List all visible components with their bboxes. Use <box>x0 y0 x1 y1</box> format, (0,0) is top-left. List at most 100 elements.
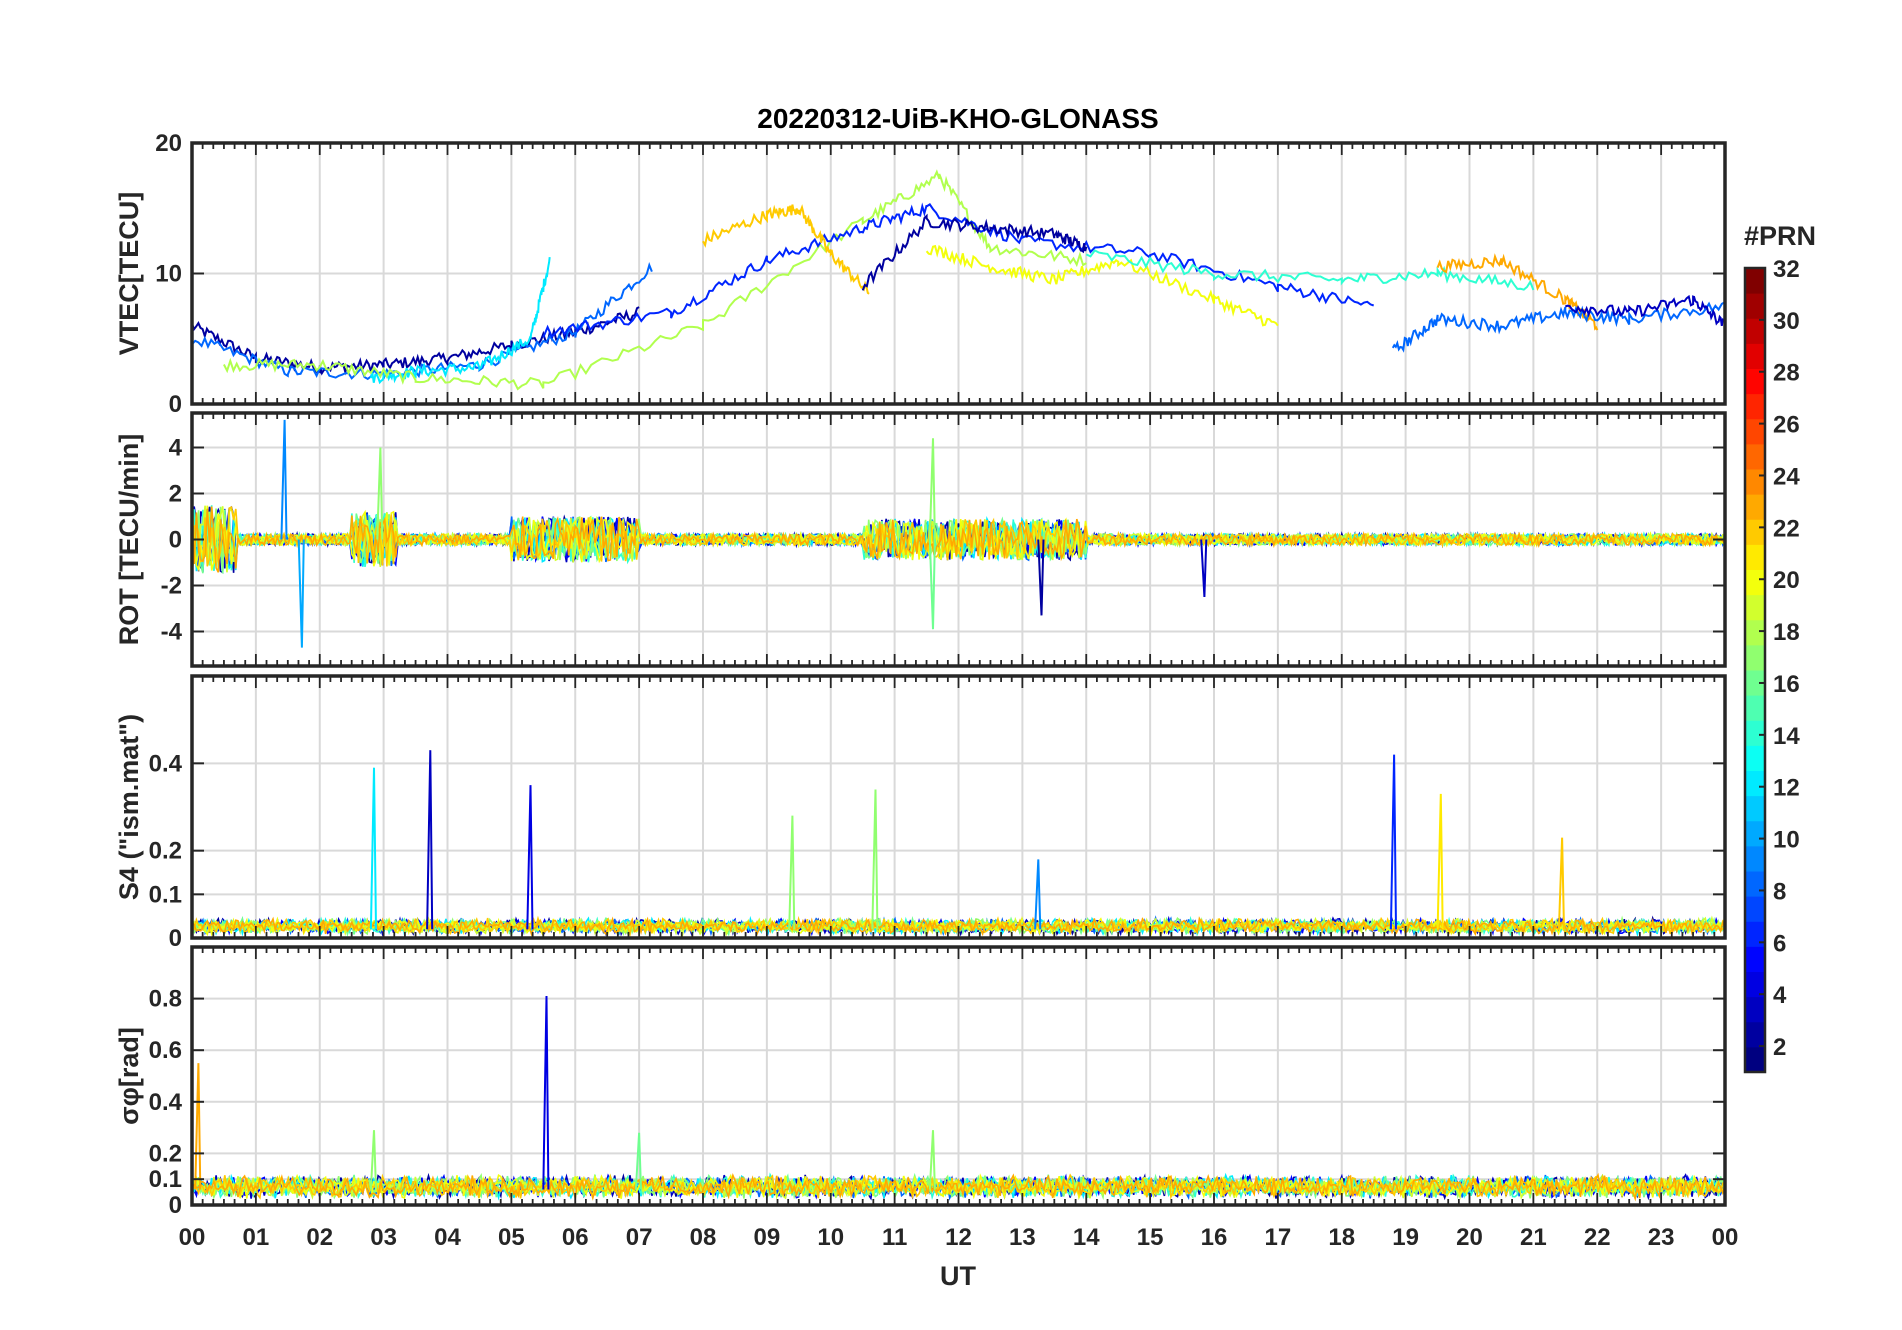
colorbar-tick-label: 14 <box>1773 723 1800 750</box>
colorbar-tick-label: 24 <box>1773 463 1800 490</box>
colorbar-swatch <box>1745 720 1765 746</box>
y-tick-label: 20 <box>155 130 182 157</box>
x-tick-label: 08 <box>690 1224 717 1251</box>
colorbar-tick-label: 10 <box>1773 827 1800 854</box>
colorbar-swatch <box>1745 996 1765 1023</box>
colorbar-swatch <box>1745 293 1765 319</box>
s4-panel: 0 0.1 0.2 0.4S4 ("ism.mat") <box>114 674 1727 952</box>
colorbar-tick-label: 26 <box>1773 412 1800 439</box>
colorbar-swatch <box>1745 820 1765 847</box>
x-tick-label: 00 <box>179 1224 206 1251</box>
colorbar-swatch <box>1745 896 1765 922</box>
colorbar-swatch <box>1745 418 1765 445</box>
colorbar-swatch <box>1745 644 1765 671</box>
figure: 20220312-UiB-KHO-GLONASS 01020VTEC[TECU]… <box>114 103 1816 1291</box>
x-tick-label: 22 <box>1584 1224 1611 1251</box>
x-axis-ticks: 00 01 02 03 04 05 06 07 08 09 10 11 12 13 14 15 16 17 18 19… <box>179 1224 1739 1251</box>
y-tick-label: 0.2 <box>149 838 182 865</box>
y-tick-label: 0.4 <box>149 1089 183 1116</box>
colorbar-swatch <box>1745 519 1765 545</box>
x-tick-label: 00 <box>1712 1224 1739 1251</box>
colorbar-tick-label: 8 <box>1773 878 1786 905</box>
colorbar-swatch <box>1745 770 1765 797</box>
y-tick-label: 10 <box>155 261 182 288</box>
x-tick-label: 12 <box>945 1224 972 1251</box>
colorbar-swatch <box>1745 469 1765 495</box>
colorbar-swatch <box>1745 268 1765 294</box>
colorbar-tick-label: 22 <box>1773 515 1800 542</box>
y-tick-label: 0.2 <box>149 1140 182 1167</box>
colorbar-swatch <box>1745 443 1765 470</box>
y-tick-label: 0.8 <box>149 986 182 1013</box>
colorbar-label: #PRN <box>1744 221 1816 251</box>
x-tick-label: 19 <box>1392 1224 1419 1251</box>
s4-y-label: S4 ("ism.mat") <box>114 714 144 900</box>
x-tick-label: 11 <box>882 1224 907 1251</box>
colorbar-swatch <box>1745 494 1765 520</box>
x-tick-label: 07 <box>626 1224 653 1251</box>
colorbar-swatch <box>1745 1046 1765 1073</box>
colorbar-swatch <box>1745 318 1765 344</box>
x-tick-label: 06 <box>562 1224 589 1251</box>
x-tick-label: 02 <box>306 1224 333 1251</box>
colorbar-swatch <box>1745 343 1765 369</box>
colorbar-tick-label: 16 <box>1773 671 1800 698</box>
colorbar-swatch <box>1745 695 1765 721</box>
x-tick-label: 14 <box>1073 1224 1100 1251</box>
x-tick-label: 23 <box>1648 1224 1675 1251</box>
x-axis-label: UT <box>940 1261 976 1291</box>
y-tick-label: 0.4 <box>149 750 183 777</box>
colorbar-swatch <box>1745 569 1765 596</box>
y-tick-label: 2 <box>169 481 182 508</box>
x-tick-label: 15 <box>1137 1224 1164 1251</box>
y-tick-label: -2 <box>161 573 182 600</box>
x-tick-label: 17 <box>1265 1224 1292 1251</box>
sigma-phi-panel: 00.10.2 0.4 0.6 0.8σφ[rad] <box>114 945 1727 1219</box>
rot-panel: -4 -2 0 2 4 ROT [TECU/min] <box>114 411 1727 668</box>
y-tick-label: 0 <box>169 925 182 952</box>
colorbar-swatch <box>1745 871 1765 897</box>
colorbar-swatch <box>1745 619 1765 646</box>
y-tick-label: 4 <box>169 435 183 462</box>
x-tick-label: 20 <box>1456 1224 1483 1251</box>
vtec-y-label: VTEC[TECU] <box>114 192 144 356</box>
y-tick-label: 0.6 <box>149 1037 182 1064</box>
x-tick-label: 09 <box>754 1224 781 1251</box>
x-tick-label: 18 <box>1328 1224 1355 1251</box>
rot-y-label: ROT [TECU/min] <box>114 434 144 645</box>
colorbar-tick-label: 32 <box>1773 256 1800 283</box>
x-tick-label: 01 <box>243 1224 270 1251</box>
colorbar-swatch <box>1745 1021 1765 1048</box>
colorbar-swatch <box>1745 795 1765 822</box>
x-tick-label: 05 <box>498 1224 525 1251</box>
x-tick-label: 21 <box>1520 1224 1547 1251</box>
colorbar-tick-label: 2 <box>1773 1034 1786 1061</box>
y-tick-label: -4 <box>161 619 183 646</box>
colorbar-tick-label: 6 <box>1773 930 1786 957</box>
colorbar-tick-label: 12 <box>1773 775 1800 802</box>
y-tick-label: 0 <box>169 527 182 554</box>
colorbar-swatch <box>1745 594 1765 621</box>
colorbar-tick-label: 28 <box>1773 360 1800 387</box>
x-tick-label: 03 <box>370 1224 397 1251</box>
colorbar-tick-label: 30 <box>1773 308 1800 335</box>
colorbar-swatch <box>1745 745 1765 771</box>
chart-title: 20220312-UiB-KHO-GLONASS <box>757 103 1158 134</box>
x-tick-label: 10 <box>817 1224 844 1251</box>
colorbar-swatch <box>1745 544 1765 570</box>
y-tick-label: 0 <box>169 1192 182 1219</box>
y-tick-label: 0.1 <box>149 881 182 908</box>
y-tick-label: 0.1 <box>149 1166 182 1193</box>
colorbar-tick-label: 18 <box>1773 619 1800 646</box>
colorbar-swatch <box>1745 845 1765 872</box>
colorbar-swatch <box>1745 393 1765 420</box>
colorbar-swatch <box>1745 946 1765 972</box>
colorbar: 2468101214161820222426283032 <box>1743 256 1800 1074</box>
x-tick-label: 13 <box>1009 1224 1036 1251</box>
x-tick-label: 16 <box>1201 1224 1228 1251</box>
colorbar-tick-label: 4 <box>1773 982 1787 1009</box>
vtec-panel: 0 10 20 VTEC[TECU] <box>114 130 1727 418</box>
x-tick-label: 04 <box>434 1224 461 1251</box>
y-tick-label: 0 <box>169 391 182 418</box>
sigma_phi-y-label: σφ[rad] <box>114 1027 144 1125</box>
